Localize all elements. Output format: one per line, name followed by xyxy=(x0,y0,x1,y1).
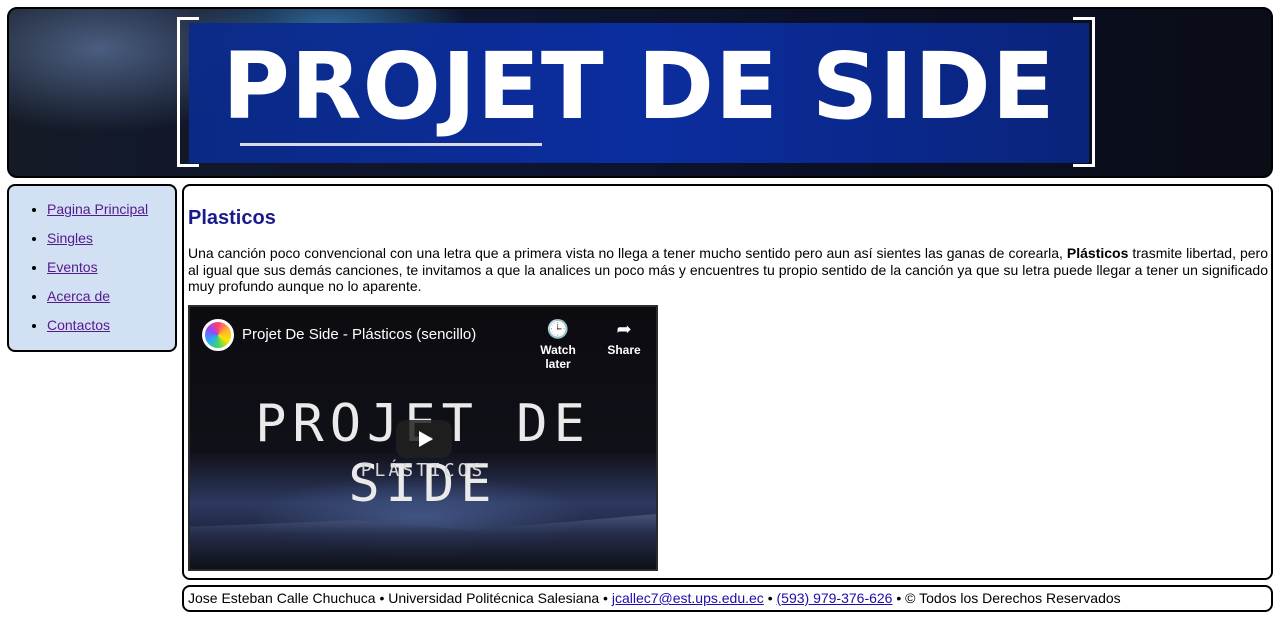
footer-email-link[interactable]: jcallec7@est.ups.edu.ec xyxy=(612,590,764,606)
nav-item: Pagina Principal xyxy=(47,200,175,218)
footer-separator: • xyxy=(763,590,777,606)
nav-item: Singles xyxy=(47,229,175,247)
nav-link-acerca-de[interactable]: Acerca de xyxy=(47,288,110,304)
nav-item: Contactos xyxy=(47,316,175,334)
play-icon[interactable] xyxy=(396,420,452,458)
channel-avatar[interactable] xyxy=(202,319,234,351)
page-footer: Jose Esteban Calle Chuchuca • Universida… xyxy=(182,585,1273,612)
nav-link-eventos[interactable]: Eventos xyxy=(47,259,98,275)
footer-separator: • xyxy=(375,590,389,606)
main-content: Plasticos Una canción poco convencional … xyxy=(182,184,1273,580)
banner-title: PROJET DE SIDE xyxy=(222,32,1056,140)
footer-separator: • xyxy=(892,590,906,606)
description-text-start: Una canción poco convencional con una le… xyxy=(188,245,1067,261)
video-title[interactable]: Projet De Side - Plásticos (sencillo) xyxy=(242,326,476,343)
banner-underline xyxy=(240,143,542,146)
footer-separator: • xyxy=(599,590,612,606)
nav-link-contactos[interactable]: Contactos xyxy=(47,317,110,333)
nav-item: Acerca de xyxy=(47,287,175,305)
clock-icon: 🕒 xyxy=(546,319,570,339)
nav-link-pagina-principal[interactable]: Pagina Principal xyxy=(47,201,148,217)
share-arrow-icon: ➦ xyxy=(616,319,632,339)
share-button[interactable]: ➦ Share xyxy=(594,319,654,357)
song-description: Una canción poco convencional con una le… xyxy=(188,245,1268,295)
video-subtitle-text: PLÁSTICOS xyxy=(360,460,486,481)
sidebar-nav: Pagina Principal Singles Eventos Acerca … xyxy=(7,184,177,352)
footer-university: Universidad Politécnica Salesiana xyxy=(388,590,600,606)
description-bold-title: Plásticos xyxy=(1066,245,1129,261)
share-label: Share xyxy=(607,343,641,357)
page-title: Plasticos xyxy=(188,207,276,229)
nav-link-singles[interactable]: Singles xyxy=(47,230,93,246)
nav-list: Pagina Principal Singles Eventos Acerca … xyxy=(9,186,175,334)
footer-rights: © Todos los Derechos Reservados xyxy=(905,590,1121,606)
footer-author: Jose Esteban Calle Chuchuca xyxy=(188,590,376,606)
watch-later-button[interactable]: 🕒 Watch later xyxy=(528,319,588,371)
footer-phone-link[interactable]: (593) 979-376-626 xyxy=(777,590,893,606)
youtube-embed[interactable]: Projet De Side - Plásticos (sencillo) 🕒 … xyxy=(188,305,658,571)
header-banner: PROJET DE SIDE xyxy=(7,7,1273,178)
watch-later-label: Watch later xyxy=(540,343,576,371)
nav-item: Eventos xyxy=(47,258,175,276)
